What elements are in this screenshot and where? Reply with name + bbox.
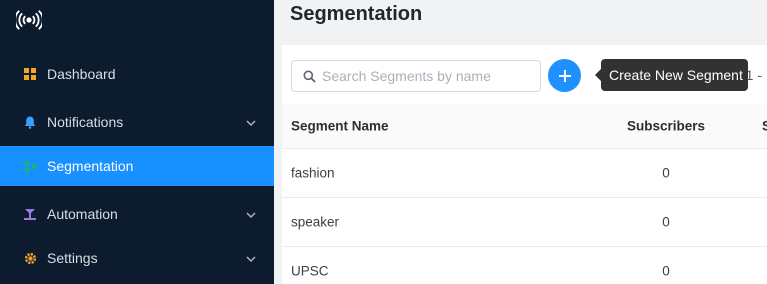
search-box[interactable]: [291, 60, 541, 92]
sidebar-item-label: Automation: [47, 206, 118, 222]
dashboard-icon: [23, 67, 37, 81]
main-content: Segmentation g 1 - Create New Segment Se…: [274, 0, 767, 284]
subscribers-cell: 0: [662, 263, 670, 279]
segment-name-cell: UPSC: [291, 263, 329, 279]
sidebar-item-label: Notifications: [47, 114, 124, 130]
sidebar-item-automation[interactable]: Automation: [0, 194, 274, 234]
subscribers-cell: 0: [662, 165, 670, 181]
app-root: Dashboard Notifications Segmentation Aut…: [0, 0, 767, 284]
add-segment-button[interactable]: [548, 59, 581, 92]
gear-icon: [23, 251, 37, 265]
segment-name-cell: speaker: [291, 214, 340, 230]
search-icon: [303, 70, 316, 83]
sidebar-item-settings[interactable]: Settings: [0, 238, 274, 278]
search-input[interactable]: [322, 68, 532, 84]
segment-name-cell: fashion: [291, 165, 335, 181]
sidebar-item-dashboard[interactable]: Dashboard: [0, 54, 274, 94]
sidebar: Dashboard Notifications Segmentation Aut…: [0, 0, 274, 284]
chevron-down-icon: [245, 252, 257, 264]
chevron-down-icon: [245, 116, 257, 128]
sidebar-item-label: Settings: [47, 250, 98, 266]
table-header: Segment Name Subscribers S: [282, 104, 767, 149]
bell-icon: [23, 115, 37, 129]
segmentation-icon: [23, 159, 37, 173]
sidebar-item-label: Segmentation: [47, 158, 134, 174]
sidebar-item-label: Dashboard: [47, 66, 116, 82]
plus-icon: [558, 69, 571, 82]
segments-table: Segment Name Subscribers S fashion 0 spe…: [282, 104, 767, 284]
sidebar-item-notifications[interactable]: Notifications: [0, 102, 274, 142]
table-row[interactable]: speaker 0: [282, 198, 767, 247]
segments-card: g 1 - Create New Segment Segment Name Su…: [282, 45, 767, 284]
table-row[interactable]: fashion 0: [282, 149, 767, 198]
column-header-truncated[interactable]: S: [762, 119, 767, 134]
table-row[interactable]: UPSC 0: [282, 247, 767, 284]
page-title: Segmentation: [290, 3, 423, 25]
broadcast-logo-icon[interactable]: [14, 9, 44, 31]
column-header-subscribers[interactable]: Subscribers: [602, 119, 730, 134]
add-segment-tooltip: Create New Segment: [595, 59, 748, 91]
column-header-segment-name[interactable]: Segment Name: [291, 119, 389, 134]
subscribers-cell: 0: [662, 214, 670, 230]
automation-icon: [23, 207, 37, 221]
sidebar-item-segmentation[interactable]: Segmentation: [0, 146, 274, 186]
chevron-down-icon: [245, 208, 257, 220]
